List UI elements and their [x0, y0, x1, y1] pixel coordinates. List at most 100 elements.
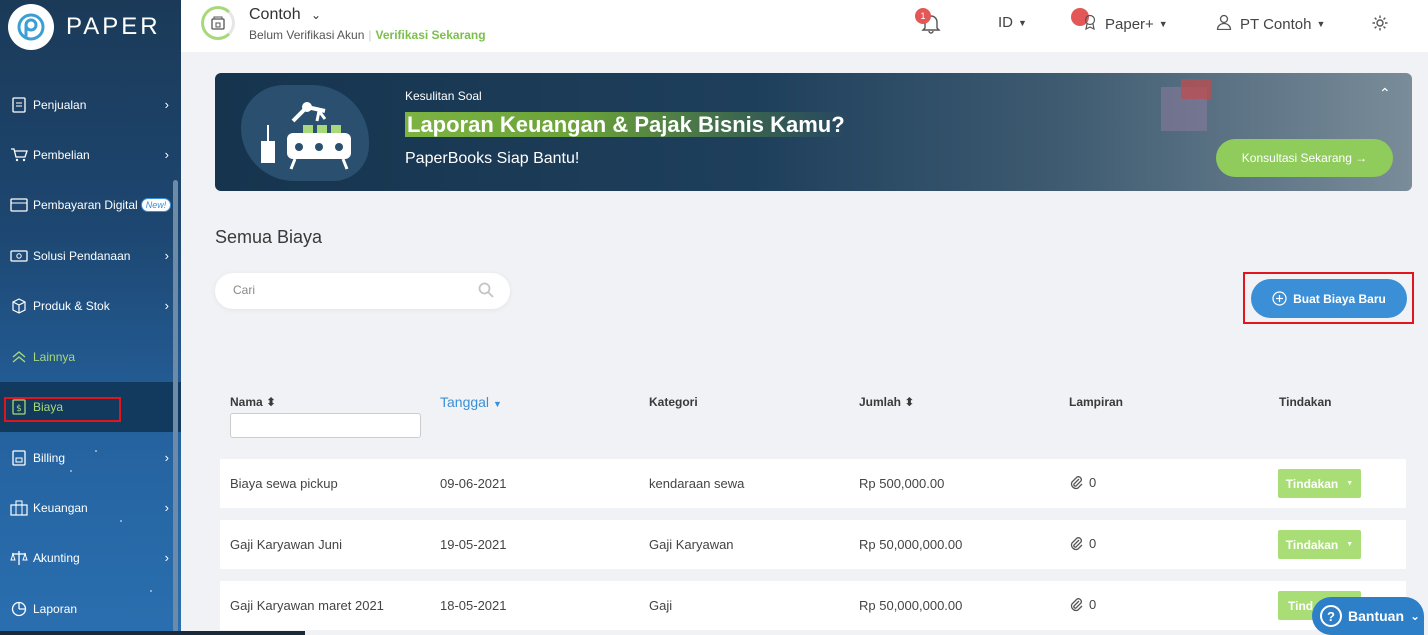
- language-selector[interactable]: ID ▼: [998, 14, 1027, 31]
- cell-lampiran[interactable]: 0: [1069, 474, 1096, 490]
- sidebar-item-solusi-pendanaan[interactable]: Solusi Pendanaan ›: [0, 231, 181, 281]
- store-icon[interactable]: [201, 6, 235, 40]
- billing-icon: [10, 449, 28, 467]
- cell-nama[interactable]: Biaya sewa pickup: [230, 476, 338, 491]
- brand-logo[interactable]: PAPER: [8, 4, 161, 50]
- column-header-jumlah[interactable]: Jumlah ⬍: [859, 395, 914, 409]
- chevron-right-icon: ›: [164, 298, 169, 313]
- column-header-label: Lampiran: [1069, 395, 1124, 409]
- chevron-down-icon: ⌄: [1410, 609, 1421, 623]
- table-row[interactable]: Gaji Karyawan Juni 19-05-2021 Gaji Karya…: [220, 520, 1406, 569]
- sidebar-item-label: Produk & Stok: [33, 299, 110, 313]
- help-button[interactable]: ? Bantuan ⌄: [1312, 597, 1424, 635]
- cell-lampiran[interactable]: 0: [1069, 596, 1096, 612]
- plan-label: Paper+: [1105, 15, 1154, 33]
- column-header-lampiran: Lampiran: [1069, 395, 1123, 409]
- table-row[interactable]: Biaya sewa pickup 09-06-2021 kendaraan s…: [220, 459, 1406, 508]
- sidebar-item-laporan[interactable]: Laporan: [0, 584, 181, 634]
- table-row[interactable]: Gaji Karyawan maret 2021 18-05-2021 Gaji…: [220, 581, 1406, 630]
- cell-tanggal: 09-06-2021: [440, 476, 507, 491]
- cell-jumlah: Rp 50,000,000.00: [859, 537, 963, 552]
- name-filter-input[interactable]: [230, 413, 421, 438]
- brand-name: PAPER: [66, 13, 161, 40]
- company-selector[interactable]: PT Contoh ▼: [1216, 14, 1325, 34]
- paperclip-icon: [1069, 596, 1083, 612]
- cell-kategori: Gaji Karyawan: [649, 537, 734, 552]
- action-label: Tindakan: [1285, 537, 1339, 552]
- column-header-tindakan: Tindakan: [1279, 395, 1331, 409]
- scale-icon: [10, 549, 28, 567]
- paperclip-icon: [1069, 535, 1083, 551]
- document-icon: [10, 96, 28, 114]
- banner-background-decoration: [1181, 79, 1211, 99]
- store-switcher[interactable]: Contoh ⌄: [249, 6, 321, 24]
- action-dropdown-button[interactable]: Tindakan ▼: [1278, 530, 1361, 559]
- highlight-box-create: [1243, 272, 1414, 324]
- gear-icon: [1371, 14, 1389, 36]
- column-header-label: Kategori: [649, 395, 698, 409]
- chevron-down-icon: ⌄: [311, 8, 322, 22]
- cell-nama[interactable]: Gaji Karyawan maret 2021: [230, 598, 384, 613]
- column-header-label: Jumlah: [859, 395, 902, 409]
- chevron-up-icon[interactable]: ⌃: [1379, 85, 1391, 102]
- top-header: Contoh ⌄ Belum Verifikasi Akun | Verifikas…: [181, 0, 1428, 52]
- cell-nama[interactable]: Gaji Karyawan Juni: [230, 537, 342, 552]
- paperclip-icon: [1069, 474, 1083, 490]
- column-header-tanggal[interactable]: Tanggal ▼: [440, 394, 502, 410]
- consult-now-button[interactable]: Konsultasi Sekarang →: [1216, 139, 1393, 177]
- cell-tanggal: 19-05-2021: [440, 537, 507, 552]
- sidebar-item-produk-stok[interactable]: Produk & Stok ›: [0, 281, 181, 331]
- cell-lampiran[interactable]: 0: [1069, 535, 1096, 551]
- attachment-count: 0: [1089, 474, 1097, 490]
- chevron-right-icon: ›: [164, 248, 169, 263]
- divider: |: [368, 28, 372, 42]
- caret-down-icon: ▼: [1316, 19, 1326, 29]
- box-icon: [10, 297, 28, 315]
- attachment-count: 0: [1089, 596, 1097, 612]
- action-dropdown-button[interactable]: Tindakan ▼: [1278, 469, 1361, 498]
- award-icon: [1083, 14, 1097, 34]
- plan-selector[interactable]: Paper+ ▼: [1083, 14, 1168, 34]
- cart-icon: [10, 146, 28, 164]
- sidebar-item-label: Keuangan: [33, 501, 88, 515]
- help-label: Bantuan: [1348, 608, 1404, 624]
- account-status: Belum Verifikasi Akun: [249, 28, 365, 42]
- notification-count-badge: 1: [915, 8, 931, 24]
- column-header-nama[interactable]: Nama ⬍: [230, 395, 276, 409]
- search-box: [215, 273, 510, 309]
- cell-jumlah: Rp 50,000,000.00: [859, 598, 963, 613]
- attachment-count: 0: [1089, 535, 1097, 551]
- double-chevron-up-icon: [10, 348, 28, 366]
- verify-now-link[interactable]: Verifikasi Sekarang: [376, 28, 486, 42]
- sidebar-item-label: Pembelian: [33, 148, 90, 162]
- search-icon[interactable]: [478, 282, 494, 303]
- chevron-right-icon: ›: [164, 450, 169, 465]
- sidebar-item-akunting[interactable]: Akunting ›: [0, 533, 181, 583]
- sidebar-item-lainnya[interactable]: Lainnya: [0, 332, 181, 382]
- column-header-label: Tanggal: [440, 394, 490, 410]
- company-label: PT Contoh: [1240, 15, 1312, 33]
- page-title: Semua Biaya: [215, 227, 323, 247]
- sort-icon: ⬍: [266, 395, 277, 409]
- promo-banner: Kesulitan Soal Laporan Keuangan & Pajak …: [215, 73, 1412, 191]
- sidebar-item-label: Laporan: [33, 602, 78, 616]
- sidebar-item-pembelian[interactable]: Pembelian ›: [0, 130, 181, 180]
- sidebar-item-pembayaran-digital[interactable]: Pembayaran Digital New!: [0, 180, 181, 230]
- cell-tanggal: 18-05-2021: [440, 598, 507, 613]
- sort-desc-icon: ▼: [492, 399, 502, 409]
- verification-status: Belum Verifikasi Akun | Verifikasi Sekaran…: [249, 28, 486, 42]
- action-label: Tindakan: [1285, 476, 1339, 491]
- sidebar-item-penjualan[interactable]: Penjualan ›: [0, 80, 181, 130]
- robot-arm-illustration-icon: [261, 102, 351, 170]
- settings-button[interactable]: [1371, 14, 1389, 36]
- user-icon: [1216, 14, 1232, 34]
- new-badge: New!: [140, 198, 172, 212]
- sidebar-item-billing[interactable]: Billing ›: [0, 433, 181, 483]
- pie-chart-icon: [10, 600, 28, 618]
- highlight-box-biaya: [4, 397, 121, 422]
- sidebar-item-label: Solusi Pendanaan: [33, 249, 131, 263]
- sidebar-scrollbar[interactable]: [173, 180, 178, 635]
- sidebar-item-keuangan[interactable]: Keuangan ›: [0, 483, 181, 533]
- search-input[interactable]: [233, 283, 473, 297]
- banner-eyebrow: Kesulitan Soal: [405, 89, 482, 103]
